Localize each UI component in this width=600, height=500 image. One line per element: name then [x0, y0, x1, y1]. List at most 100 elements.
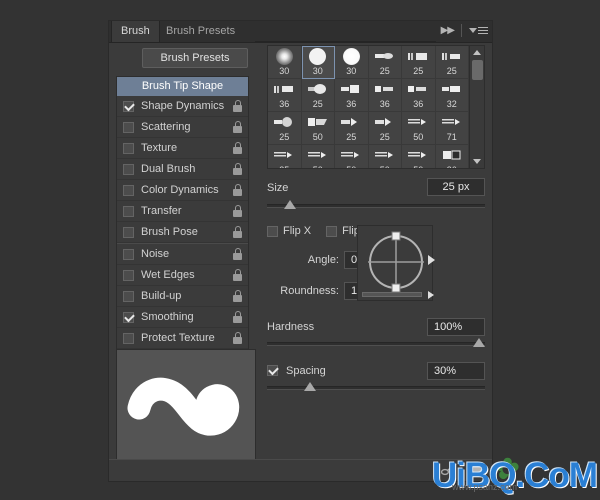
spacing-slider[interactable]	[267, 382, 485, 391]
option-row-dual-brush[interactable]: Dual Brush	[117, 159, 248, 180]
checkbox-shape-dynamics[interactable]	[123, 100, 134, 112]
checkbox-dual-brush[interactable]	[123, 163, 134, 175]
tab-brush[interactable]: Brush	[111, 21, 160, 42]
checkbox-build-up[interactable]	[123, 290, 134, 302]
checkbox-texture[interactable]	[123, 142, 134, 154]
brush-cell[interactable]: 50	[335, 145, 369, 168]
brush-preset-grid[interactable]: 30 30 30 25 25 25 36 25 36 36 36 32 25 5…	[267, 45, 485, 169]
option-row-transfer[interactable]: Transfer	[117, 201, 248, 222]
brush-cell[interactable]: 36	[402, 79, 436, 112]
brush-thumb-flat-bristle	[268, 79, 301, 99]
checkbox-scattering[interactable]	[123, 121, 134, 133]
brush-cell-selected[interactable]: 30	[301, 46, 335, 79]
roundness-pointer-icon[interactable]	[428, 291, 434, 299]
checkbox-flip-x[interactable]	[267, 225, 278, 237]
unlock-icon[interactable]	[233, 311, 242, 323]
option-row-scattering[interactable]: Scattering	[117, 117, 248, 138]
brush-cell[interactable]: 36	[268, 79, 302, 112]
scroll-up-arrow-icon[interactable]	[473, 50, 481, 55]
brush-cell[interactable]: 50	[402, 145, 436, 168]
brush-tip-shape-item[interactable]: Brush Tip Shape	[117, 77, 248, 96]
option-row-build-up[interactable]: Build-up	[117, 286, 248, 307]
brush-cell[interactable]: 36	[368, 79, 402, 112]
checkbox-color-dynamics[interactable]	[123, 184, 134, 196]
option-row-wet-edges[interactable]: Wet Edges	[117, 265, 248, 286]
brush-cell[interactable]: 30	[268, 46, 302, 79]
tab-brush-presets[interactable]: Brush Presets	[157, 21, 244, 42]
hardness-slider-knob[interactable]	[473, 338, 485, 347]
brush-cell[interactable]: 25	[435, 46, 469, 79]
brush-presets-button[interactable]: Brush Presets	[142, 48, 248, 68]
brush-size-label: 32	[446, 99, 457, 109]
option-row-noise[interactable]: Noise	[117, 243, 248, 265]
brush-cell[interactable]: 25	[402, 46, 436, 79]
double-chevron-right-icon[interactable]: ▶▶	[441, 25, 455, 36]
option-row-texture[interactable]: Texture	[117, 138, 248, 159]
scrollbar-thumb[interactable]	[472, 60, 483, 80]
unlock-icon[interactable]	[233, 163, 242, 175]
option-row-smoothing[interactable]: Smoothing	[117, 307, 248, 328]
brush-cell[interactable]: 50	[302, 145, 335, 168]
hardness-slider[interactable]	[267, 338, 485, 347]
unlock-icon[interactable]	[233, 121, 242, 133]
brush-cell[interactable]: 25	[301, 79, 335, 112]
brush-thumb-taper-point	[369, 112, 402, 132]
size-slider-knob[interactable]	[284, 200, 297, 209]
unlock-icon[interactable]	[233, 205, 242, 217]
brush-cell[interactable]: 25	[335, 112, 369, 145]
hardness-label: Hardness	[267, 321, 315, 333]
option-label: Dual Brush	[141, 163, 196, 175]
brush-cell[interactable]: 25	[368, 46, 402, 79]
checkbox-noise[interactable]	[123, 248, 134, 260]
unlock-icon[interactable]	[233, 290, 242, 302]
brush-cell[interactable]: 50	[301, 112, 335, 145]
brush-grid-scrollbar[interactable]	[469, 46, 484, 168]
brush-size-label: 25	[446, 66, 457, 76]
brush-cell[interactable]: 25	[268, 112, 302, 145]
checkbox-wet-edges[interactable]	[123, 269, 134, 281]
brush-cell[interactable]: 50	[369, 145, 402, 168]
roundness-bar[interactable]	[362, 292, 422, 297]
hardness-value[interactable]: 100%	[427, 318, 485, 336]
spacing-slider-knob[interactable]	[304, 382, 317, 391]
brush-thumb-line-taper	[369, 145, 402, 165]
option-row-protect-texture[interactable]: Protect Texture	[117, 328, 248, 349]
scroll-down-arrow-icon[interactable]	[473, 159, 481, 164]
flip-x-label: Flip X	[283, 225, 312, 237]
option-row-shape-dynamics[interactable]: Shape Dynamics	[117, 96, 248, 117]
panel-menu-icon[interactable]	[469, 27, 488, 34]
brush-cell[interactable]: 25	[268, 145, 302, 168]
angle-roundness-widget[interactable]	[357, 225, 435, 301]
size-slider[interactable]	[267, 200, 485, 209]
unlock-icon[interactable]	[233, 269, 242, 281]
brush-thumb-hard-round	[302, 46, 335, 66]
checkbox-smoothing[interactable]	[123, 311, 134, 323]
spacing-value[interactable]: 30%	[427, 362, 485, 380]
option-label: Noise	[141, 248, 170, 260]
unlock-icon[interactable]	[233, 248, 242, 260]
unlock-icon[interactable]	[233, 332, 242, 344]
unlock-icon[interactable]	[233, 226, 242, 238]
brush-cell[interactable]: 36	[335, 79, 369, 112]
checkbox-flip-y[interactable]	[326, 225, 338, 237]
brush-cell[interactable]: 32	[435, 79, 469, 112]
flip-x-control[interactable]: Flip X	[267, 225, 311, 237]
checkbox-transfer[interactable]	[123, 205, 134, 217]
unlock-icon[interactable]	[233, 184, 242, 196]
chevron-down-icon	[469, 28, 477, 33]
checkbox-spacing[interactable]	[267, 365, 278, 376]
option-row-color-dynamics[interactable]: Color Dynamics	[117, 180, 248, 201]
brush-cell[interactable]: 50	[402, 112, 436, 145]
brush-cell[interactable]: 25	[368, 112, 402, 145]
size-value[interactable]: 25 px	[427, 178, 485, 196]
angle-pointer-icon[interactable]	[428, 255, 435, 265]
unlock-icon[interactable]	[233, 100, 242, 112]
hamburger-icon	[478, 27, 488, 34]
brush-cell[interactable]: 36	[436, 145, 469, 168]
checkbox-protect-texture[interactable]	[123, 332, 134, 344]
brush-cell[interactable]: 71	[435, 112, 469, 145]
unlock-icon[interactable]	[233, 142, 242, 154]
checkbox-brush-pose[interactable]	[123, 226, 134, 238]
brush-cell[interactable]: 30	[335, 46, 369, 79]
option-row-brush-pose[interactable]: Brush Pose	[117, 222, 248, 243]
